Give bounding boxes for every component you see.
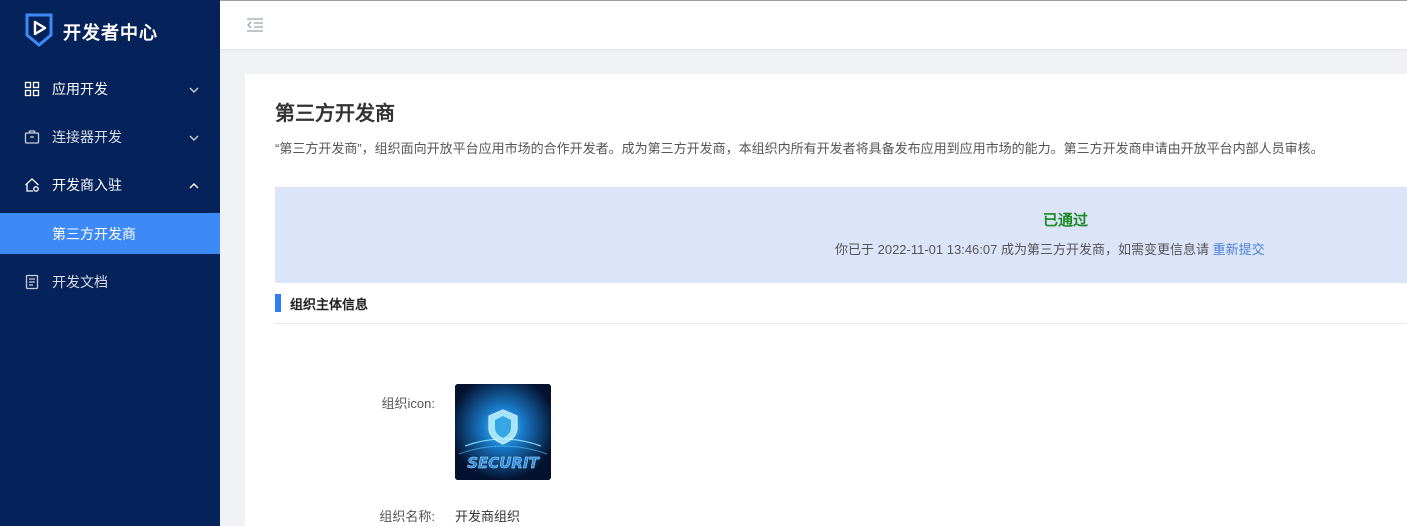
org-icon-image: SECURIT (455, 384, 551, 480)
org-icon-label: 组织icon: (381, 396, 435, 411)
sidebar-item-label: 应用开发 (52, 81, 108, 97)
briefcase-icon (24, 129, 40, 145)
status-message-text: 你已于 2022-11-01 13:46:07 成为第三方开发商，如需变更信息请 (835, 242, 1213, 257)
top-header (220, 0, 1407, 49)
org-name-label: 组织名称: (379, 509, 435, 524)
status-banner: 已通过 你已于 2022-11-01 13:46:07 成为第三方开发商，如需变… (275, 187, 1407, 283)
logo-icon (24, 13, 54, 52)
sidebar-subitem-third-party-developer[interactable]: 第三方开发商 (0, 213, 220, 254)
sidebar-item-developer-onboard[interactable]: 开发商入驻 (0, 164, 220, 206)
sidebar-subitem-label: 第三方开发商 (52, 225, 136, 242)
sidebar-item-label: 连接器开发 (52, 129, 122, 145)
section-divider (275, 323, 1407, 324)
logo-text: 开发者中心 (63, 23, 158, 43)
logo[interactable]: 开发者中心 (24, 13, 158, 52)
sidebar-item-label: 开发文档 (52, 274, 108, 290)
section-title: 组织主体信息 (290, 296, 369, 312)
org-name-value: 开发商组织 (455, 509, 521, 524)
resubmit-link[interactable]: 重新提交 (1213, 242, 1265, 257)
chevron-down-icon (188, 131, 200, 143)
home-user-icon (24, 177, 40, 193)
menu-collapse-icon[interactable] (246, 17, 264, 33)
org-icon-watermark-text: SECURIT (467, 454, 540, 472)
sidebar-item-app-dev[interactable]: 应用开发 (0, 68, 220, 110)
section-header: 组织主体信息 (275, 293, 368, 313)
document-icon (24, 274, 40, 290)
content-card: 第三方开发商 “第三方开发商”，组织面向开放平台应用市场的合作开发者。成为第三方… (245, 74, 1407, 526)
page-title: 第三方开发商 (275, 103, 395, 125)
status-title: 已通过 (1043, 212, 1089, 229)
sidebar: 开发者中心 应用开发 连接器开发 开发商入驻 第三方开发商 开发文档 (0, 0, 220, 526)
sidebar-item-label: 开发商入驻 (52, 177, 122, 193)
chevron-down-icon (188, 83, 200, 95)
sidebar-item-connector-dev[interactable]: 连接器开发 (0, 116, 220, 158)
page-description: “第三方开发商”，组织面向开放平台应用市场的合作开发者。成为第三方开发商，本组织… (275, 141, 1324, 156)
grid-icon (24, 81, 40, 97)
chevron-up-icon (188, 179, 200, 191)
app-root: 开发者中心 应用开发 连接器开发 开发商入驻 第三方开发商 开发文档 第三方开发… (0, 0, 1407, 526)
status-message: 你已于 2022-11-01 13:46:07 成为第三方开发商，如需变更信息请… (835, 239, 1265, 258)
section-accent-bar (275, 294, 281, 312)
sidebar-item-dev-docs[interactable]: 开发文档 (0, 261, 220, 303)
